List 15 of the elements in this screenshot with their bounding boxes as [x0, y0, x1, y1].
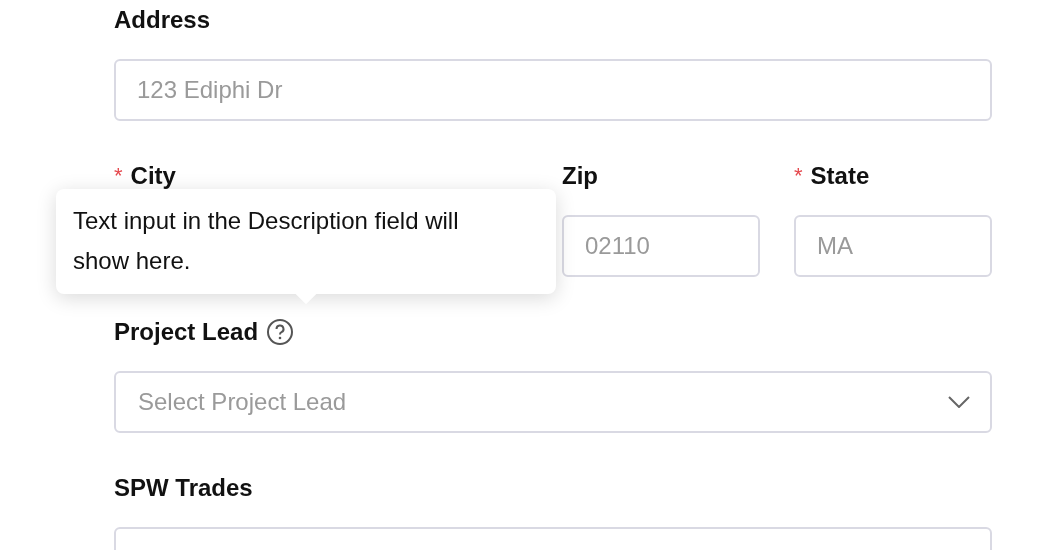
field-label: Project Lead: [114, 319, 259, 345]
chevron-down-icon: [948, 396, 970, 408]
project-lead-select[interactable]: Select Project Lead: [114, 371, 992, 433]
field-label: State: [810, 163, 870, 189]
input-field[interactable]: MA: [794, 215, 992, 277]
required-mark: *: [794, 165, 803, 187]
input-field[interactable]: 123 Ediphi Dr: [114, 59, 992, 121]
tooltip-text: Text input in the Description field will show here.: [73, 206, 460, 276]
field-label: City: [130, 163, 176, 189]
field-label: Zip: [562, 163, 598, 189]
field-label: Address: [114, 7, 211, 33]
input-field[interactable]: 02110: [562, 215, 760, 277]
help-icon[interactable]: [266, 318, 295, 346]
field-label: SPW Trades: [114, 475, 253, 501]
required-mark: *: [114, 165, 123, 187]
